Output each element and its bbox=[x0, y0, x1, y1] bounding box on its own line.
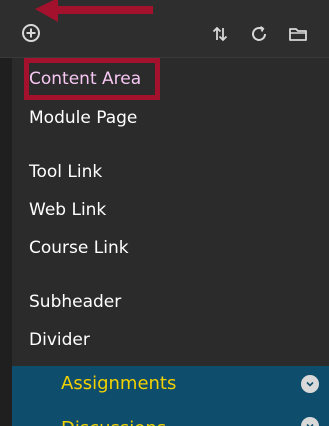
refresh-icon bbox=[252, 26, 266, 41]
menu-item-web-link[interactable]: Web Link bbox=[29, 195, 106, 225]
menu-item-subheader[interactable]: Subheader bbox=[29, 287, 121, 317]
sort-arrows-icon bbox=[212, 26, 228, 42]
chevron-down-icon bbox=[306, 381, 314, 387]
course-menu-item-discussions[interactable]: Discussions bbox=[12, 402, 329, 426]
menu-item-divider[interactable]: Divider bbox=[29, 325, 90, 355]
item-options-toggle[interactable] bbox=[301, 375, 319, 393]
menu-item-content-area[interactable]: Content Area bbox=[29, 64, 141, 94]
menu-item-course-link[interactable]: Course Link bbox=[29, 233, 129, 263]
sort-button[interactable] bbox=[206, 20, 234, 48]
chevron-down-icon bbox=[306, 423, 314, 426]
course-menu-item-label: Discussions bbox=[61, 413, 166, 426]
folder-button[interactable] bbox=[284, 20, 312, 48]
menu-item-module-page[interactable]: Module Page bbox=[29, 103, 137, 133]
menu-item-tool-link[interactable]: Tool Link bbox=[29, 157, 102, 187]
folder-icon bbox=[289, 28, 307, 41]
course-menu-item-assignments[interactable]: Assignments bbox=[12, 366, 329, 402]
course-menu-item-label: Assignments bbox=[61, 373, 177, 394]
plus-circle-icon bbox=[22, 24, 40, 42]
menu-toolbar bbox=[0, 0, 329, 58]
refresh-button[interactable] bbox=[245, 20, 273, 48]
item-options-toggle[interactable] bbox=[301, 417, 319, 426]
add-menu-item-button[interactable] bbox=[16, 18, 46, 48]
